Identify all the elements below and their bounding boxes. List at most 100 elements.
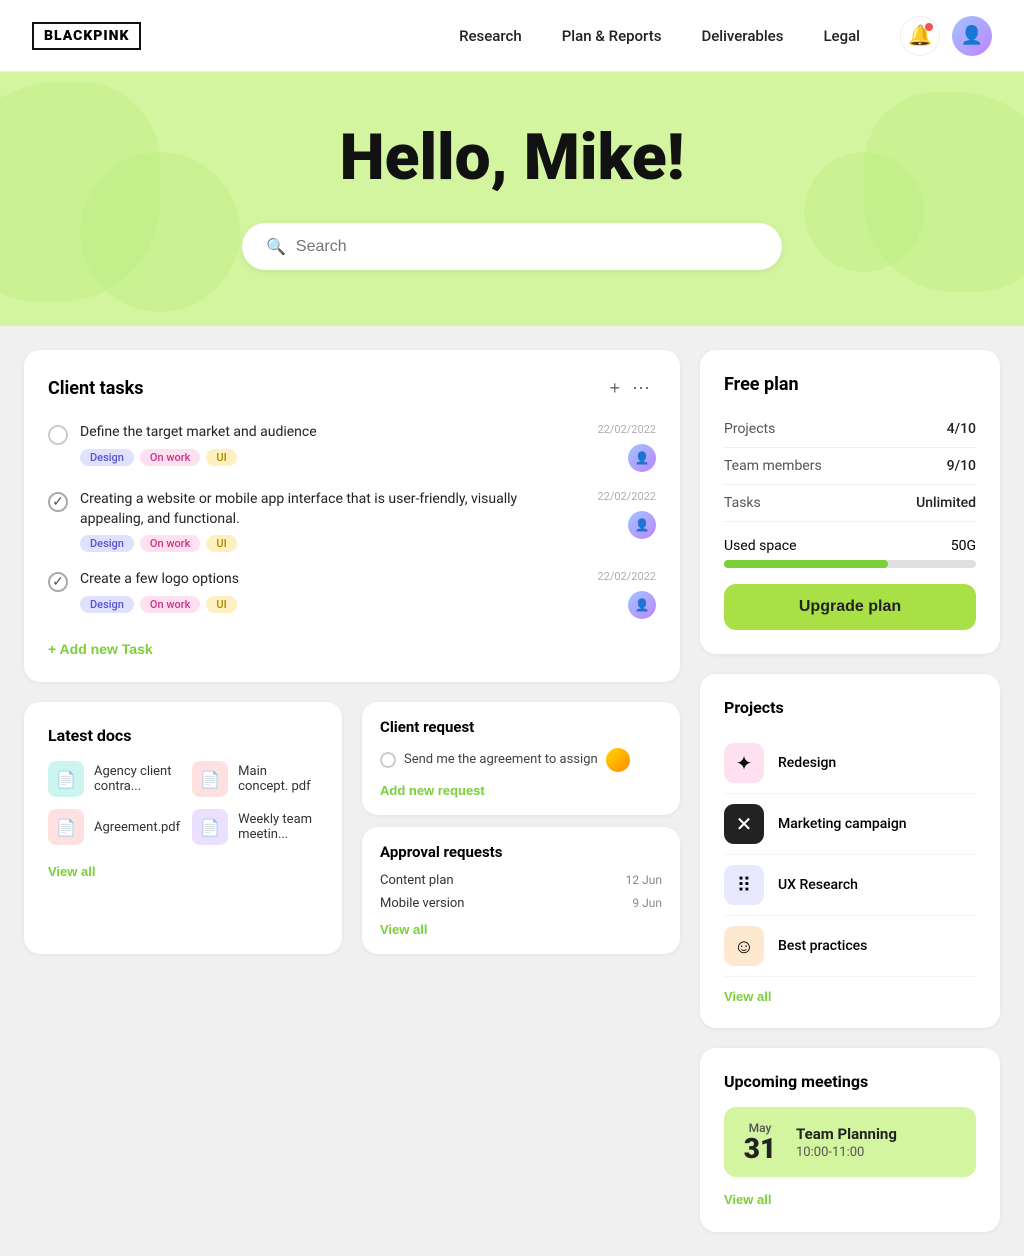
task-assignee-avatar: 👤 <box>628 591 656 619</box>
used-space-label: Used space <box>724 538 797 554</box>
tag-ui: UI <box>206 596 236 613</box>
doc-name: Agency client contra... <box>94 764 180 794</box>
task-assignee-avatar: 👤 <box>628 444 656 472</box>
notification-bell[interactable]: 🔔 <box>900 16 940 56</box>
tag-design: Design <box>80 535 134 552</box>
task-date: 22/02/2022 <box>597 423 656 436</box>
task-item: ✓ Creating a website or mobile app inter… <box>48 490 656 552</box>
more-options-btn[interactable]: ⋯ <box>626 374 656 403</box>
meeting-month: May <box>740 1121 780 1135</box>
client-request-card: Client request Send me the agreement to … <box>362 702 680 815</box>
upcoming-meetings-card: Upcoming meetings May 31 Team Planning 1… <box>700 1048 1000 1232</box>
checkmark-icon: ✓ <box>52 494 64 510</box>
tag-onwork: On work <box>140 535 200 552</box>
nav-links: Research Plan & Reports Deliverables Leg… <box>459 26 860 45</box>
checkmark-icon: ✓ <box>52 574 64 590</box>
latest-docs-card: Latest docs 📄 Agency client contra... 📄 … <box>24 702 342 954</box>
projects-view-all-button[interactable]: View all <box>724 989 771 1004</box>
nav-research[interactable]: Research <box>459 27 522 45</box>
nav-legal[interactable]: Legal <box>823 27 860 45</box>
project-name: Best practices <box>778 938 867 954</box>
storage-progress-bar <box>724 560 976 568</box>
project-item-best[interactable]: ☺ Best practices <box>724 916 976 977</box>
logo[interactable]: BLACKPINK <box>32 22 141 50</box>
project-item-marketing[interactable]: ✕ Marketing campaign <box>724 794 976 855</box>
doc-name: Agreement.pdf <box>94 820 180 835</box>
client-request-text: Send me the agreement to assign <box>404 751 598 769</box>
avatar-image: 👤 <box>952 16 992 56</box>
meeting-name: Team Planning <box>796 1125 897 1143</box>
project-item-redesign[interactable]: ✦ Redesign <box>724 733 976 794</box>
nav-right: 🔔 👤 <box>900 16 992 56</box>
doc-item[interactable]: 📄 Main concept. pdf <box>192 761 318 797</box>
doc-icon: 📄 <box>48 761 84 797</box>
approval-date: 9 Jun <box>632 896 662 911</box>
user-avatar[interactable]: 👤 <box>952 16 992 56</box>
meeting-day: 31 <box>740 1135 780 1163</box>
client-request-task: Send me the agreement to assign <box>380 748 662 772</box>
add-task-icon-btn[interactable]: + <box>603 374 626 403</box>
meeting-time: 10:00-11:00 <box>796 1145 897 1160</box>
doc-item[interactable]: 📄 Weekly team meetin... <box>192 809 318 845</box>
project-item-ux[interactable]: ⠿ UX Research <box>724 855 976 916</box>
nav-plan-reports[interactable]: Plan & Reports <box>562 27 662 45</box>
task-item: ✓ Create a few logo options Design On wo… <box>48 570 656 619</box>
plan-label: Team members <box>724 458 822 474</box>
project-name: Marketing campaign <box>778 816 907 832</box>
task-tags: Design On work UI <box>80 596 577 613</box>
client-tasks-title: Client tasks <box>48 378 603 399</box>
approval-name: Mobile version <box>380 896 464 911</box>
plan-value: 4/10 <box>947 421 976 437</box>
docs-view-all-button[interactable]: View all <box>48 864 95 879</box>
project-name: Redesign <box>778 755 836 771</box>
approval-date: 12 Jun <box>626 873 662 888</box>
task-tags: Design On work UI <box>80 449 577 466</box>
tag-onwork: On work <box>140 596 200 613</box>
doc-icon: 📄 <box>192 761 228 797</box>
tag-design: Design <box>80 596 134 613</box>
task-title: Define the target market and audience <box>80 423 577 443</box>
navbar: BLACKPINK Research Plan & Reports Delive… <box>0 0 1024 72</box>
meeting-date-block: May 31 <box>740 1121 780 1163</box>
plan-label: Tasks <box>724 495 761 511</box>
storage-progress-fill <box>724 560 888 568</box>
used-space-value: 50G <box>951 538 976 554</box>
approval-requests-title: Approval requests <box>380 843 662 861</box>
project-icon: ⠿ <box>724 865 764 905</box>
add-new-task-button[interactable]: + Add new Task <box>48 641 153 657</box>
task-title: Creating a website or mobile app interfa… <box>80 490 577 529</box>
doc-icon: 📄 <box>48 809 84 845</box>
search-bar[interactable]: 🔍 <box>242 223 782 270</box>
mini-checkbox[interactable] <box>380 752 396 768</box>
task-checkbox-done[interactable]: ✓ <box>48 572 68 592</box>
meeting-details: Team Planning 10:00-11:00 <box>796 1125 897 1160</box>
add-request-button[interactable]: Add new request <box>380 783 485 798</box>
task-checkbox[interactable] <box>48 425 68 445</box>
projects-title: Projects <box>724 698 976 717</box>
task-tags: Design On work UI <box>80 535 577 552</box>
latest-docs-title: Latest docs <box>48 726 318 745</box>
approval-view-all-button[interactable]: View all <box>380 922 427 937</box>
client-request-title: Client request <box>380 718 662 736</box>
nav-deliverables[interactable]: Deliverables <box>701 27 783 45</box>
doc-icon: 📄 <box>192 809 228 845</box>
task-title: Create a few logo options <box>80 570 577 590</box>
doc-item[interactable]: 📄 Agency client contra... <box>48 761 180 797</box>
search-input[interactable] <box>296 238 758 256</box>
plan-label: Projects <box>724 421 775 437</box>
meeting-card[interactable]: May 31 Team Planning 10:00-11:00 <box>724 1107 976 1177</box>
task-assignee-avatar: 👤 <box>628 511 656 539</box>
plan-value: 9/10 <box>947 458 976 474</box>
upgrade-plan-button[interactable]: Upgrade plan <box>724 584 976 630</box>
approval-item: Content plan 12 Jun <box>380 873 662 888</box>
right-column: Free plan Projects 4/10 Team members 9/1… <box>700 350 1000 1232</box>
plan-row-projects: Projects 4/10 <box>724 411 976 448</box>
meetings-view-all-button[interactable]: View all <box>724 1192 771 1207</box>
free-plan-card: Free plan Projects 4/10 Team members 9/1… <box>700 350 1000 654</box>
tag-onwork: On work <box>140 449 200 466</box>
task-checkbox-done[interactable]: ✓ <box>48 492 68 512</box>
project-name: UX Research <box>778 877 858 893</box>
task-meta: 22/02/2022 👤 <box>597 423 656 472</box>
doc-item[interactable]: 📄 Agreement.pdf <box>48 809 180 845</box>
doc-name: Main concept. pdf <box>238 764 318 794</box>
